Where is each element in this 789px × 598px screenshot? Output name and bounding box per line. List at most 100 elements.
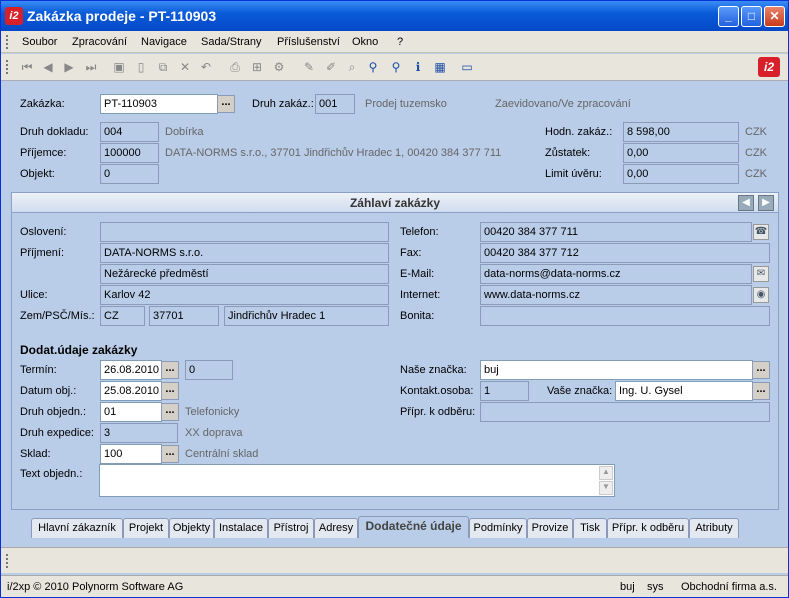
scroll-up-icon[interactable]: ▲ (599, 466, 613, 480)
vase-znacka-lookup-button[interactable]: ... (752, 382, 770, 400)
termin-input[interactable]: 26.08.2010 (100, 360, 162, 380)
menu-sada-strany[interactable]: Sada/Strany (201, 36, 262, 48)
panel-prev-icon[interactable]: ◀ (738, 195, 754, 211)
copy-icon[interactable]: ⧉ (155, 59, 171, 75)
section-title: Dodat.údaje zakázky (20, 343, 138, 357)
zakazka-lookup-button[interactable]: ... (217, 95, 235, 113)
kontakt-field: 1 (480, 381, 529, 401)
toolbar: ⏮ ◀ ▶ ⏭ ▣ ▯ ⧉ ✕ ↶ ⎙ ⊞ ⚙ ✎ ✐ ⌕ ⚲ ⚲ ℹ ▦ ▭ … (1, 54, 788, 81)
tab-tisk[interactable]: Tisk (573, 518, 607, 538)
objekt-label: Objekt: (20, 168, 55, 180)
pripr-label: Přípr. k odběru: (400, 406, 476, 418)
zem-label: Zem/PSČ/Mís.: (20, 310, 95, 322)
search-advanced-icon[interactable]: ⚲ (388, 59, 404, 75)
druh-dokladu-value: 004 (100, 122, 159, 142)
globe-icon[interactable]: ◉ (753, 287, 769, 303)
tab-projekt[interactable]: Projekt (123, 518, 169, 538)
menu-navigace[interactable]: Navigace (141, 36, 187, 48)
hodn-zakaz-label: Hodn. zakáz.: (545, 126, 613, 138)
osloveni-label: Oslovení: (20, 226, 67, 238)
tab-provize[interactable]: Provize (527, 518, 573, 538)
menu-soubor[interactable]: Soubor (22, 36, 57, 48)
nase-znacka-input[interactable]: buj (480, 360, 753, 380)
limit-label: Limit úvěru: (545, 168, 602, 180)
tab-objekty[interactable]: Objekty (169, 518, 214, 538)
menu-grip-icon (6, 35, 9, 49)
tab-hlavni-zakaznik[interactable]: Hlavní zákazník (31, 518, 123, 538)
sklad-lookup-button[interactable]: ... (161, 445, 179, 463)
bottom-grip-icon (6, 554, 9, 568)
druh-exp-label: Druh expedice: (20, 427, 94, 439)
vase-znacka-input[interactable]: Ing. U. Gysel (615, 381, 753, 401)
druh-exp-field: 3 (100, 423, 178, 443)
calculator-icon[interactable]: ▦ (432, 59, 448, 75)
menu-help[interactable]: ? (397, 36, 403, 48)
tab-pripr-k-odberu[interactable]: Přípr. k odběru (607, 518, 689, 538)
settings-icon[interactable]: ⚙ (271, 59, 287, 75)
email-label: E-Mail: (400, 268, 435, 280)
maximize-button[interactable]: □ (741, 6, 762, 27)
company-logo-icon: i2 (758, 57, 780, 77)
tab-instalace[interactable]: Instalace (214, 518, 268, 538)
datum-input[interactable]: 25.08.2010 (100, 381, 162, 401)
title-bar: i2 Zakázka prodeje - PT-110903 _ □ ✕ (1, 1, 788, 31)
tab-pristroj[interactable]: Přístroj (268, 518, 314, 538)
tab-podminky[interactable]: Podmínky (469, 518, 527, 538)
minimize-button[interactable]: _ (718, 6, 739, 27)
misto-field: Jindřichův Hradec 1 (224, 306, 389, 326)
panel-title: Záhlaví zakázky (12, 193, 778, 213)
internet-label: Internet: (400, 289, 441, 301)
sklad-label: Sklad: (20, 448, 51, 460)
delete-icon[interactable]: ✕ (177, 59, 193, 75)
prev-record-icon[interactable]: ◀ (40, 59, 56, 75)
objekt-value: 0 (100, 164, 159, 184)
edit-icon[interactable]: ✎ (301, 59, 317, 75)
zakazka-input[interactable]: PT-110903 (100, 94, 218, 114)
hodn-zakaz-value: 8 598,00 (623, 122, 739, 142)
scroll-down-icon[interactable]: ▼ (599, 481, 613, 495)
tab-atributy[interactable]: Atributy (689, 518, 739, 538)
sklad-input[interactable]: 100 (100, 444, 162, 464)
last-record-icon[interactable]: ⏭ (83, 59, 99, 75)
menu-prislusenstvi[interactable]: Příslušenství (277, 36, 340, 48)
menu-okno[interactable]: Okno (352, 36, 378, 48)
toolbar-grip-icon (6, 60, 9, 74)
sklad-text: Centrální sklad (185, 448, 259, 460)
print-icon[interactable]: ⎙ (227, 59, 243, 75)
fax-label: Fax: (400, 247, 422, 259)
email-icon[interactable]: ✉ (753, 266, 769, 282)
window-title: Zakázka prodeje - PT-110903 (27, 8, 217, 24)
tab-adresy[interactable]: Adresy (314, 518, 358, 538)
druh-obj-text: Telefonicky (185, 406, 240, 418)
tree-icon[interactable]: ⊞ (249, 59, 265, 75)
psc-field: 37701 (149, 306, 219, 326)
panel-next-icon[interactable]: ▶ (758, 195, 774, 211)
druh-obj-label: Druh objedn.: (20, 406, 87, 418)
druh-obj-lookup-button[interactable]: ... (161, 403, 179, 421)
datum-label: Datum obj.: (20, 385, 77, 397)
save-icon[interactable]: ▣ (111, 59, 127, 75)
find-icon[interactable]: ⌕ (344, 59, 360, 75)
search-icon[interactable]: ⚲ (365, 59, 381, 75)
text-objedn-textarea[interactable]: ▲ ▼ (99, 464, 615, 497)
first-record-icon[interactable]: ⏮ (19, 59, 35, 75)
osloveni-field (100, 222, 389, 242)
termin-lookup-button[interactable]: ... (161, 361, 179, 379)
datum-lookup-button[interactable]: ... (161, 382, 179, 400)
card-icon[interactable]: ▭ (459, 59, 475, 75)
termin-label: Termín: (20, 364, 57, 376)
undo-icon[interactable]: ↶ (198, 59, 214, 75)
druh-obj-input[interactable]: 01 (100, 402, 162, 422)
close-button[interactable]: ✕ (764, 6, 785, 27)
info-icon[interactable]: ℹ (410, 59, 426, 75)
phone-icon[interactable]: ☎ (753, 224, 769, 240)
telefon-label: Telefon: (400, 226, 439, 238)
tab-dodatecne-udaje[interactable]: Dodatečné údaje (358, 516, 469, 538)
edit-list-icon[interactable]: ✐ (323, 59, 339, 75)
next-record-icon[interactable]: ▶ (61, 59, 77, 75)
text-objedn-label: Text objedn.: (20, 468, 83, 480)
menu-zpracovani[interactable]: Zpracování (72, 36, 127, 48)
status-sys: sys (647, 581, 664, 593)
nase-znacka-lookup-button[interactable]: ... (752, 361, 770, 379)
new-icon[interactable]: ▯ (133, 59, 149, 75)
